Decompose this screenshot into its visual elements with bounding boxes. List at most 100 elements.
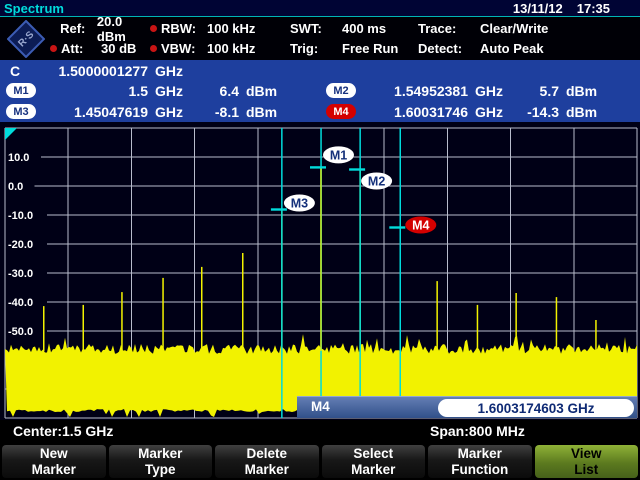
m3-freq: 1.45047619 (36, 104, 148, 120)
m4-badge[interactable]: M4 (326, 104, 356, 119)
trace-peak (83, 305, 85, 351)
rbw-bullet-icon (150, 25, 161, 32)
marker-row-m3-m4: M3 1.45047619 GHz -8.1 dBm M4 1.60031746… (0, 101, 640, 122)
spectrum-analyzer-screen: Spectrum 13/11/1217:35 R·S Ref: 20.0 dBm… (0, 0, 640, 480)
vbw-value: 100 kHz (207, 41, 255, 56)
spectrum-plot-area: 10.00.0-10.0-20.0-30.0-40.0-50.0M1M2M3M4… (0, 122, 640, 420)
trace-value: Clear/Write (480, 21, 548, 36)
swt-value: 400 ms (342, 21, 386, 36)
att-value: 30 dB (101, 41, 136, 56)
ref-bullet (50, 25, 60, 32)
freq-bar: Center:1.5 GHz Span:800 MHz (0, 420, 640, 444)
trace-setting[interactable]: Trace: Clear/Write (418, 21, 640, 36)
m2-freq-unit: GHz (475, 83, 509, 99)
marker-entry-m1: M1 1.5 GHz 6.4 dBm (0, 83, 320, 99)
trace-label: Trace: (418, 21, 480, 36)
time-label: 17:35 (577, 1, 610, 16)
y-axis-label: -20.0 (8, 239, 33, 251)
swt-setting[interactable]: SWT: 400 ms (290, 21, 418, 36)
m2-badge[interactable]: M2 (326, 83, 356, 98)
detector-setting[interactable]: Detect: Auto Peak (418, 41, 640, 56)
settings-header: R·S Ref: 20.0 dBm RBW: 100 kHz SWT: 400 … (0, 17, 640, 60)
swt-label: SWT: (290, 21, 342, 36)
m1-level: 6.4 (189, 83, 239, 99)
trace-peak (556, 297, 558, 351)
marker-entry-m3: M3 1.45047619 GHz -8.1 dBm (0, 104, 320, 120)
trace-peak-center (320, 167, 321, 351)
marker-tick-M4 (389, 226, 405, 228)
marker-entry-label: M4 (311, 399, 330, 414)
marker-badge-label-M4: M4 (412, 219, 429, 233)
att-label: Att: (61, 41, 101, 56)
m2-level-unit: dBm (566, 83, 597, 99)
center-freq-row: C 1.5000001277 GHz (0, 60, 640, 80)
softkey-delete-marker[interactable]: DeleteMarker (215, 445, 319, 478)
m3-badge[interactable]: M3 (6, 104, 36, 119)
marker-tick-M2 (349, 168, 365, 170)
marker-line-M3 (281, 128, 283, 418)
trace-peak (242, 253, 244, 351)
m4-freq-unit: GHz (475, 104, 509, 120)
spectrum-plot: 10.00.0-10.0-20.0-30.0-40.0-50.0M1M2M3M4 (0, 122, 640, 420)
marker-entry-m2: M2 1.54952381 GHz 5.7 dBm (320, 83, 640, 99)
attenuation-setting[interactable]: Att: 30 dB (0, 41, 150, 56)
softkey-new-marker[interactable]: NewMarker (2, 445, 106, 478)
marker-tick-M3 (271, 208, 287, 210)
trace-peak (515, 293, 517, 351)
marker-badge-label-M3: M3 (291, 197, 308, 211)
softkey-bar: NewMarker MarkerType DeleteMarker Select… (0, 444, 640, 480)
m1-freq-unit: GHz (155, 83, 189, 99)
vbw-label: VBW: (161, 41, 207, 56)
marker-badge-label-M2: M2 (368, 175, 385, 189)
center-freq-unit: GHz (155, 63, 183, 79)
trace-peak (201, 267, 203, 351)
trace-peak (121, 292, 123, 351)
m4-freq: 1.60031746 (356, 104, 468, 120)
settings-row-1: Ref: 20.0 dBm RBW: 100 kHz SWT: 400 ms T… (0, 19, 640, 38)
softkey-view-list[interactable]: ViewList (535, 445, 639, 478)
settings-row-2: Att: 30 dB VBW: 100 kHz Trig: Free Run D… (0, 39, 640, 58)
m3-level-unit: dBm (246, 104, 277, 120)
m3-freq-unit: GHz (155, 104, 189, 120)
m1-level-unit: dBm (246, 83, 277, 99)
att-bullet-icon (50, 45, 61, 52)
trig-value: Free Run (342, 41, 398, 56)
marker-freq-input[interactable]: 1.6003174603 GHz (438, 399, 634, 417)
rbw-label: RBW: (161, 21, 207, 36)
detect-label: Detect: (418, 41, 480, 56)
trace-peak (43, 306, 45, 351)
y-axis-label: -30.0 (8, 268, 33, 280)
center-flag: C (10, 63, 34, 79)
marker-entry-m4: M4 1.60031746 GHz -14.3 dBm (320, 104, 640, 120)
m3-level: -8.1 (189, 104, 239, 120)
y-axis-label: 0.0 (8, 181, 23, 193)
rbw-value: 100 kHz (207, 21, 255, 36)
span-frequency[interactable]: Span:800 MHz (430, 423, 525, 439)
center-frequency[interactable]: Center:1.5 GHz (13, 423, 113, 439)
marker-line-M2 (359, 128, 361, 418)
rbw-setting[interactable]: RBW: 100 kHz (150, 21, 290, 36)
trig-label: Trig: (290, 41, 342, 56)
softkey-marker-type[interactable]: MarkerType (109, 445, 213, 478)
trace-peak (162, 278, 164, 351)
y-axis-label: 10.0 (8, 152, 29, 164)
vbw-setting[interactable]: VBW: 100 kHz (150, 41, 290, 56)
marker-row-m1-m2: M1 1.5 GHz 6.4 dBm M2 1.54952381 GHz 5.7… (0, 80, 640, 101)
m1-freq: 1.5 (36, 83, 148, 99)
ref-label: Ref: (60, 21, 97, 36)
m2-level: 5.7 (509, 83, 559, 99)
softkey-marker-function[interactable]: MarkerFunction (428, 445, 532, 478)
y-axis-label: -10.0 (8, 210, 33, 222)
ref-level-icon (5, 128, 17, 140)
datetime: 13/11/1217:35 (499, 1, 610, 16)
softkey-select-marker[interactable]: SelectMarker (322, 445, 426, 478)
m4-level: -14.3 (509, 104, 559, 120)
y-axis-label: -40.0 (8, 297, 33, 309)
marker-tick-M1 (310, 166, 326, 168)
trace-peak (477, 305, 479, 351)
m1-badge[interactable]: M1 (6, 83, 36, 98)
marker-line-M4 (400, 128, 402, 418)
trace-peak (436, 281, 438, 351)
y-axis-label: -50.0 (8, 326, 33, 338)
trigger-setting[interactable]: Trig: Free Run (290, 41, 418, 56)
